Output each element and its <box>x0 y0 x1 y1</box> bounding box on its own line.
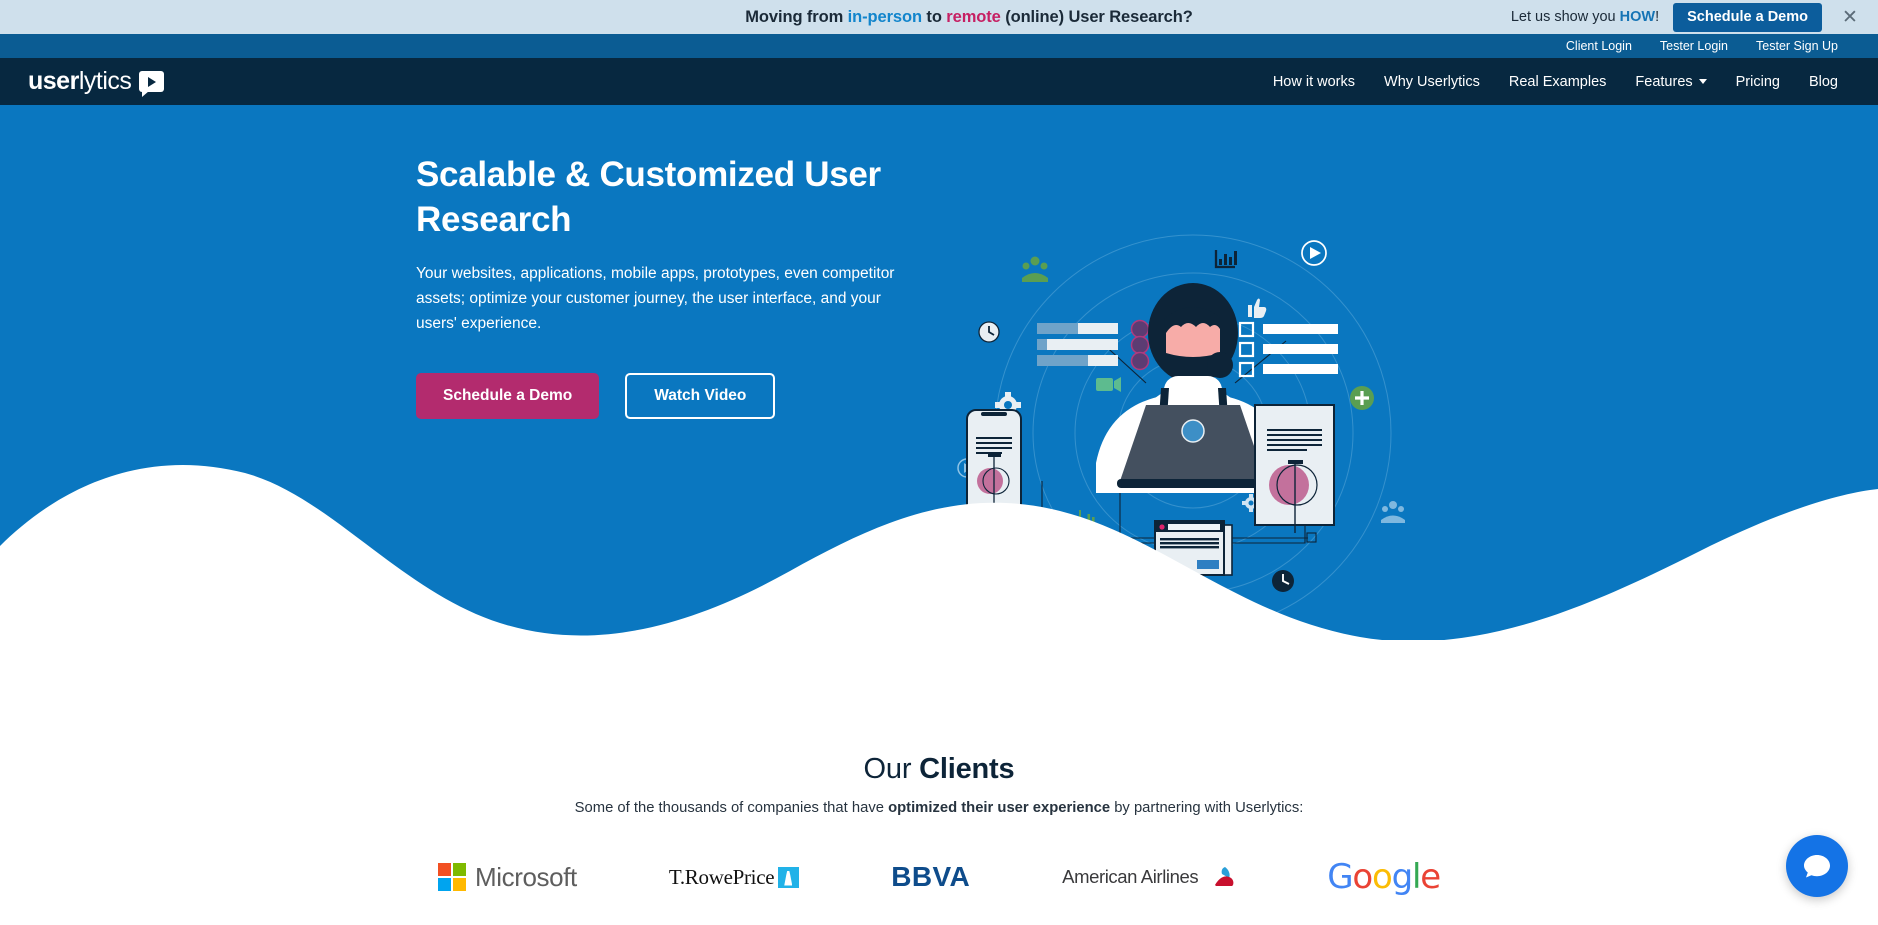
aa-eagle-icon <box>1215 867 1234 886</box>
promo-cta-label: Let us show you HOW! <box>1511 9 1659 25</box>
hero-schedule-demo-button[interactable]: Schedule a Demo <box>416 372 600 419</box>
nav-link-how-it-works[interactable]: How it works <box>1273 74 1355 90</box>
google-wordmark: Google <box>1327 857 1441 897</box>
promo-text-2: to <box>921 7 947 26</box>
promo-cta-group: Let us show you HOW! Schedule a Demo <box>1511 2 1822 32</box>
nav-label: Blog <box>1808 73 1838 90</box>
clients-sub-before: Some of the thousands of companies that … <box>574 800 889 816</box>
logo-text-bold: user <box>28 67 79 95</box>
microsoft-wordmark: Microsoft <box>475 861 577 892</box>
promo-highlight-inperson: in-person <box>847 7 922 26</box>
close-icon[interactable]: ✕ <box>1840 7 1860 27</box>
trowe-price-logo[interactable]: T.RowePrice <box>668 854 800 900</box>
utility-bar: Client Login Tester Login Tester Sign Up <box>0 34 1878 58</box>
nav-label: Features <box>1635 73 1693 90</box>
google-logo[interactable]: Google <box>1327 854 1441 900</box>
promo-cta-prefix: Let us show you <box>1510 9 1620 25</box>
page-title: Scalable & Customized User Research <box>416 155 881 239</box>
clients-subtitle: Some of the thousands of companies that … <box>0 800 1878 816</box>
microsoft-squares-icon <box>438 863 466 891</box>
logo-wordmark: userlytics <box>28 67 132 95</box>
promo-banner: Moving from in-person to remote (online)… <box>0 0 1878 34</box>
clients-title-light: Our <box>863 753 920 785</box>
promo-text-1: Moving from <box>745 7 848 26</box>
utility-link-client-login[interactable]: Client Login <box>1566 39 1632 53</box>
nav-link-list: How it works Why Userlytics Real Example… <box>1273 74 1838 90</box>
client-logo-row: Microsoft T.RowePrice BBVA American Airl… <box>0 854 1878 900</box>
nav-label: Real Examples <box>1508 73 1607 90</box>
chat-bubble-icon <box>1804 855 1830 878</box>
chat-widget-button[interactable] <box>1786 835 1848 897</box>
utility-link-tester-login[interactable]: Tester Login <box>1660 39 1728 53</box>
nav-link-features[interactable]: Features <box>1635 73 1707 90</box>
microsoft-logo[interactable]: Microsoft <box>438 854 577 900</box>
promo-highlight-remote: remote <box>946 7 1001 26</box>
hero-watch-video-button[interactable]: Watch Video <box>625 372 776 419</box>
promo-cta-suffix: ! <box>1655 9 1660 25</box>
main-navigation: userlytics How it works Why Userlytics R… <box>0 58 1878 105</box>
site-logo[interactable]: userlytics <box>28 67 165 97</box>
nav-link-blog[interactable]: Blog <box>1809 74 1838 90</box>
clients-section: Our Clients Some of the thousands of com… <box>0 640 1878 900</box>
clients-sub-after: by partnering with Userlytics: <box>1110 800 1304 816</box>
utility-link-tester-signup[interactable]: Tester Sign Up <box>1756 39 1838 53</box>
trowe-bighorn-icon <box>778 866 800 888</box>
clients-title-bold: Clients <box>919 753 1015 785</box>
promo-text-3: (online) User Research? <box>1000 7 1193 26</box>
promo-schedule-demo-button[interactable]: Schedule a Demo <box>1673 2 1822 32</box>
wave-divider <box>0 465 1878 640</box>
bbva-wordmark: BBVA <box>891 861 971 892</box>
hero-subtitle: Your websites, applications, mobile apps… <box>416 264 895 332</box>
clients-title: Our Clients <box>0 753 1878 786</box>
clients-sub-bold: optimized their user experience <box>888 800 1111 816</box>
nav-link-pricing[interactable]: Pricing <box>1736 74 1780 90</box>
american-airlines-logo[interactable]: American Airlines <box>1062 854 1235 900</box>
bbva-logo[interactable]: BBVA <box>891 854 970 900</box>
hero-button-group: Schedule a Demo Watch Video <box>416 372 916 419</box>
aa-wordmark: American Airlines <box>1062 866 1199 887</box>
nav-link-real-examples[interactable]: Real Examples <box>1509 74 1607 90</box>
promo-cta-how: HOW <box>1619 9 1656 25</box>
hero-copy: Scalable & Customized User Research Your… <box>416 153 916 419</box>
nav-label: Pricing <box>1735 73 1780 90</box>
nav-link-why-userlytics[interactable]: Why Userlytics <box>1384 74 1480 90</box>
nav-label: Why Userlytics <box>1384 73 1480 90</box>
hero-content: Scalable & Customized User Research Your… <box>0 105 1878 419</box>
chevron-down-icon <box>1698 79 1707 84</box>
trowe-wordmark: T.RowePrice <box>668 864 775 889</box>
logo-text-light: lytics <box>78 67 132 95</box>
play-button-icon <box>139 71 165 97</box>
nav-label: How it works <box>1272 73 1356 90</box>
hero-section: Scalable & Customized User Research Your… <box>0 105 1878 640</box>
